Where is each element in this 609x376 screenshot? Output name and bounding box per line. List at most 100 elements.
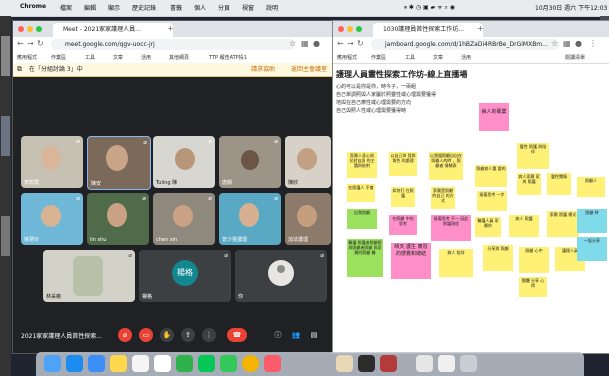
app-name[interactable]: Chrome <box>20 3 46 10</box>
chat-icon[interactable]: ▤ <box>307 328 321 342</box>
menu-window[interactable]: 視窗 <box>242 3 254 12</box>
menu-edit[interactable]: 編輯 <box>84 3 96 12</box>
tab-jamboard[interactable]: 1030護理員首性探索工作坊... <box>373 23 483 37</box>
zoom-window-button[interactable] <box>356 26 362 32</box>
extensions-icon[interactable]: ▦ <box>563 39 571 48</box>
back-icon[interactable]: ← <box>17 39 24 48</box>
bookmark-other[interactable]: 其他網頁 <box>169 54 189 61</box>
participant-tile[interactable]: 徐慧玲 ⌀ <box>21 193 83 245</box>
bookmark-articles[interactable]: 文章 <box>113 54 123 61</box>
mic-toggle-button[interactable]: ⌀ <box>118 328 132 342</box>
reading-list[interactable]: 閱讀清單 <box>565 54 585 61</box>
sticky-note[interactable]: 在照護人 不會 <box>347 184 375 202</box>
url-field[interactable]: jamboard.google.com/d/1hBZaDi4RBrBe_DrGi… <box>371 39 560 50</box>
sticky-note[interactable]: 醫護人員 家屬的 <box>475 217 501 237</box>
new-tab-button[interactable]: + <box>167 24 174 33</box>
extensions-icon[interactable]: ▦ <box>301 39 309 48</box>
sticky-note[interactable]: 照顧人 <box>577 177 605 197</box>
present-screen-button[interactable]: ⇪ <box>181 328 195 342</box>
bookmark-star-icon[interactable]: ☆ <box>551 39 558 48</box>
sticky-note[interactable]: 病人 照護 <box>509 215 539 237</box>
sticky-note[interactable]: 自我照顧 <box>347 209 377 229</box>
bookmark-active[interactable]: 活用 <box>461 54 471 61</box>
sticky-note[interactable]: 照顧病人重 要的 <box>475 165 507 187</box>
menu-profile[interactable]: 個人 <box>194 3 206 12</box>
bookmark-tools[interactable]: 工具 <box>85 54 95 61</box>
menu-tab[interactable]: 分頁 <box>218 3 230 12</box>
participant-tile-self[interactable]: 你 ⌀ <box>235 250 327 302</box>
clock[interactable]: 10月30日 週六 下午12:03 <box>535 3 607 12</box>
bookmark-star-icon[interactable]: ☆ <box>289 39 296 48</box>
bookmark-articles[interactable]: 文章 <box>433 54 443 61</box>
more-options-button[interactable]: ⋮ <box>202 328 216 342</box>
participant-tile[interactable]: lin shu ⌀ <box>87 193 149 245</box>
calendar-icon[interactable] <box>154 355 171 372</box>
participant-tile[interactable]: 李碧霞 ⌀ <box>21 136 83 188</box>
sticky-note[interactable]: 一起分享 <box>577 237 607 261</box>
url-field[interactable]: meet.google.com/qgv-uocc-jrj <box>51 39 295 50</box>
sticky-note[interactable]: 以自己與 我與 角色 的處理 <box>389 152 417 176</box>
bookmark-apps[interactable]: 應用程式 <box>337 54 357 61</box>
meeting-details-icon[interactable]: ⓘ <box>271 328 285 342</box>
menu-history[interactable]: 歷史記錄 <box>132 3 156 12</box>
sticky-note[interactable]: 照顧 時 <box>577 209 607 233</box>
profile-avatar[interactable]: ● <box>313 39 320 48</box>
sticky-note[interactable]: 以我優照顧自自在照顧人的時 ，照顧者 情緒表 <box>429 152 463 180</box>
finder-icon[interactable] <box>44 355 61 372</box>
music-icon[interactable] <box>264 355 281 372</box>
tab-meet[interactable]: Meet - 2021家家護理人員... <box>53 23 173 37</box>
reminders-icon[interactable] <box>132 355 149 372</box>
menu-help[interactable]: 說明 <box>266 3 278 12</box>
return-main-room-link[interactable]: 返回主會議室 <box>291 63 327 76</box>
sticky-note[interactable]: 病人家屬 家與 照護 <box>517 173 541 195</box>
chrome-icon[interactable] <box>242 355 259 372</box>
sticky-note[interactable]: 靈性關懷 <box>547 173 571 195</box>
dictionary-icon[interactable] <box>416 355 433 372</box>
participant-tile[interactable]: 林采薇 ⌀ <box>43 250 135 302</box>
sticky-note[interactable]: 團體 分享 心得 <box>519 277 547 297</box>
participant-tile[interactable]: 楊格 楊格 ⌀ <box>139 250 231 302</box>
menu-icon[interactable]: ⋮ <box>589 39 597 48</box>
zoom-window-button[interactable] <box>36 26 42 32</box>
menu-view[interactable]: 顯示 <box>108 3 120 12</box>
participant-tile[interactable]: Tuling 陳 ⌀ <box>153 136 215 188</box>
sticky-note[interactable]: 家屬是照顧的自己 的方式 <box>431 187 455 209</box>
sticky-note[interactable]: 病人的專業 <box>479 103 509 131</box>
bookmark-workspace[interactable]: 作業區 <box>51 54 66 61</box>
participant-tile[interactable]: 曾少雯護理 ⌀ <box>219 193 281 245</box>
text-edit-icon[interactable] <box>438 355 455 372</box>
new-tab-button[interactable]: + <box>477 24 484 33</box>
camera-toggle-button[interactable]: ▭ <box>139 328 153 342</box>
menu-bookmarks[interactable]: 書籤 <box>170 3 182 12</box>
trash-icon[interactable] <box>460 355 477 372</box>
numbers-icon[interactable] <box>176 355 193 372</box>
sticky-note[interactable]: 晴天 護生 實習的感覺和總結 <box>391 243 431 279</box>
reload-icon[interactable]: ↻ <box>357 39 364 48</box>
bookmark-active[interactable]: 活用 <box>141 54 151 61</box>
participant-tile[interactable]: 陳安 ⌀ <box>87 136 151 190</box>
sticky-note[interactable]: 醫護‧照護者照顧照 與照顧者照顧 與家屬的照顧 醫 <box>347 239 383 277</box>
meet-browser-window[interactable]: Meet - 2021家家護理人員... + ← → ↻ meet.google… <box>12 20 334 354</box>
people-icon[interactable]: 👥 <box>289 328 303 342</box>
close-window-button[interactable] <box>18 26 24 32</box>
profile-avatar[interactable]: ● <box>575 39 582 48</box>
ask-help-link[interactable]: 請求協助 <box>251 63 275 76</box>
sticky-note[interactable]: 病人 陪伴 <box>439 249 473 277</box>
minimize-window-button[interactable] <box>27 26 33 32</box>
line-icon[interactable] <box>198 355 215 372</box>
sticky-note[interactable]: 家屬人身心與 兒對自身 的主題與依附 <box>347 152 377 178</box>
messages-icon[interactable] <box>220 355 237 372</box>
sticky-note[interactable]: 靈性 照護 與陪伴 <box>517 143 549 169</box>
sticky-note[interactable]: 接著思考 一步 <box>477 191 507 211</box>
screenshot-icon[interactable] <box>358 355 375 372</box>
preview-icon[interactable] <box>336 355 353 372</box>
bookmark-apps[interactable]: 應用程式 <box>17 54 37 61</box>
forward-icon[interactable]: → <box>27 39 34 48</box>
participant-tile[interactable]: 陳欣 <box>285 136 331 188</box>
word-icon[interactable] <box>380 355 397 372</box>
back-icon[interactable]: ← <box>337 39 344 48</box>
mail-icon[interactable] <box>88 355 105 372</box>
participant-tile[interactable]: 唐靜 ⌀ <box>219 136 281 188</box>
sticky-note[interactable]: 接著思考 不一 因此 照護過程 <box>431 215 471 241</box>
forward-icon[interactable]: → <box>347 39 354 48</box>
